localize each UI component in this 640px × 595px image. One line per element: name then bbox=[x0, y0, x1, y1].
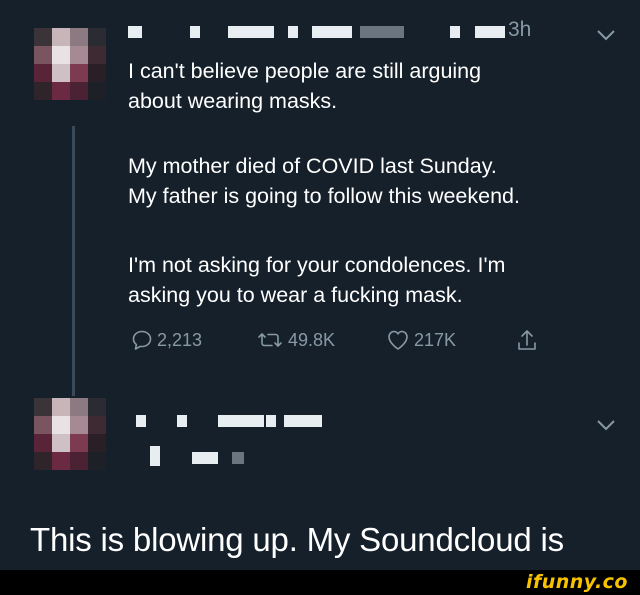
reply-count: 2,213 bbox=[157, 329, 203, 350]
tweet-text-line: I can't believe people are still arguing bbox=[128, 59, 482, 83]
like-count: 217K bbox=[414, 329, 457, 350]
reply-button[interactable]: 2,213 bbox=[130, 328, 202, 352]
meme-caption: This is blowing up. My Soundcloud is bbox=[30, 521, 564, 558]
tweet-actions: 2,213 49.8K 217K bbox=[130, 328, 550, 358]
watermark-bar: ifunny.co bbox=[0, 570, 640, 595]
heart-icon bbox=[388, 330, 408, 350]
thread-line bbox=[72, 126, 75, 382]
ifunny-watermark: ifunny.co bbox=[525, 571, 628, 593]
share-button[interactable] bbox=[515, 328, 539, 354]
tweet-timestamp[interactable]: 3h bbox=[508, 18, 531, 42]
retweet-button[interactable]: 49.8K bbox=[255, 328, 335, 352]
tweet-text-line: My father is going to follow this weeken… bbox=[128, 184, 520, 208]
chevron-down-icon[interactable] bbox=[595, 28, 617, 42]
chevron-down-icon[interactable] bbox=[595, 418, 617, 432]
like-button[interactable]: 217K bbox=[385, 328, 456, 352]
tweet-text-line: asking you to wear a fucking mask. bbox=[128, 283, 463, 307]
thread-line bbox=[72, 382, 75, 396]
tweet-text-line: I'm not asking for your condolences. I'm bbox=[128, 253, 506, 277]
tweet-text-line: My mother died of COVID last Sunday. bbox=[128, 154, 497, 178]
retweet-icon bbox=[258, 333, 282, 347]
reply-icon bbox=[132, 330, 152, 350]
avatar[interactable] bbox=[34, 398, 106, 470]
tweet-text-line: about wearing masks. bbox=[128, 89, 338, 113]
retweet-count: 49.8K bbox=[288, 329, 336, 350]
avatar[interactable] bbox=[34, 28, 106, 100]
share-icon bbox=[518, 330, 536, 350]
